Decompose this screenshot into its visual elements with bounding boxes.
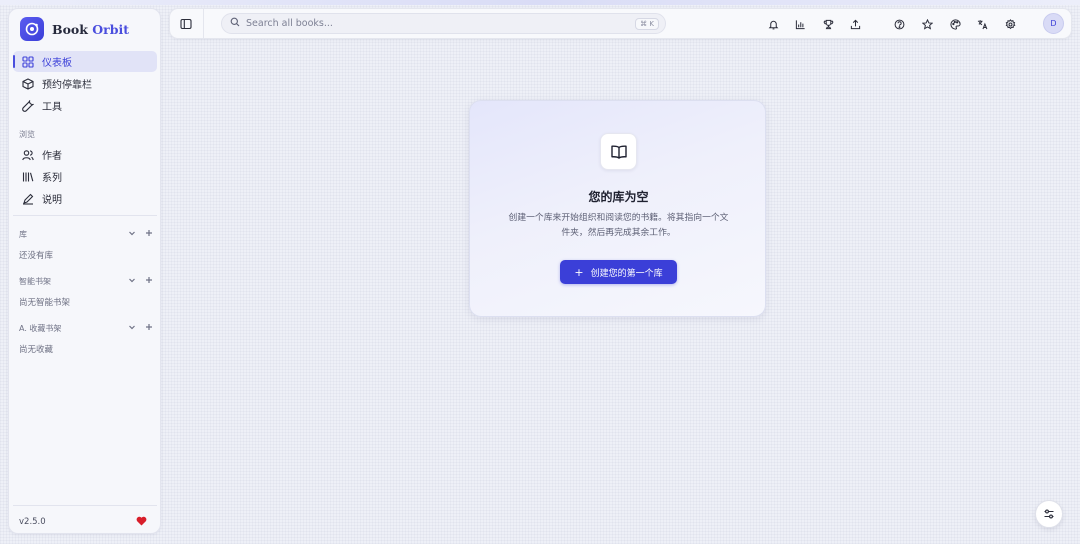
smart-shelves-empty-text: 尚无智能书架 bbox=[19, 298, 71, 308]
brand[interactable]: Book Orbit bbox=[20, 17, 129, 41]
sidebar-item-label: 仪表板 bbox=[42, 58, 72, 69]
libraries-label: 库 bbox=[19, 229, 27, 239]
create-button-label: 创建您的第一个库 bbox=[590, 268, 663, 279]
avatar[interactable]: D bbox=[1043, 13, 1064, 34]
library-icon bbox=[22, 171, 34, 183]
add-shelf-icon[interactable] bbox=[145, 323, 153, 334]
help-icon[interactable] bbox=[890, 15, 908, 33]
sidebar: Book Orbit 仪表板 预约停靠栏 工具 浏览 作者 系列 说明 库 还没… bbox=[8, 8, 161, 534]
search-icon bbox=[230, 17, 240, 30]
topbar-separator bbox=[203, 9, 204, 38]
sidebar-footer-divider bbox=[13, 505, 157, 506]
search-input[interactable] bbox=[246, 18, 626, 29]
book-open-icon bbox=[600, 133, 637, 170]
upload-icon[interactable] bbox=[846, 15, 864, 33]
users-icon bbox=[22, 149, 34, 161]
create-first-library-button[interactable]: + 创建您的第一个库 bbox=[560, 260, 677, 284]
empty-state-title: 您的库为空 bbox=[588, 190, 649, 204]
sidebar-item-label: 预约停靠栏 bbox=[42, 80, 92, 91]
top-bar: ⌘ K D bbox=[169, 8, 1072, 39]
wrench-icon bbox=[22, 99, 34, 112]
logo-icon bbox=[20, 17, 44, 41]
smart-shelves-section-header: 智能书架 bbox=[19, 275, 153, 287]
sidebar-divider bbox=[13, 215, 157, 216]
sidebar-item-tools[interactable]: 工具 bbox=[13, 95, 157, 116]
smart-shelves-label: 智能书架 bbox=[19, 276, 51, 286]
add-smart-shelf-icon[interactable] bbox=[145, 276, 153, 287]
shelves-empty-text: 尚无收藏 bbox=[19, 345, 54, 355]
shelves-label: A. 收藏书架 bbox=[19, 323, 62, 333]
box-icon bbox=[22, 77, 34, 90]
search-shortcut-badge: ⌘ K bbox=[635, 18, 659, 30]
pen-icon bbox=[22, 193, 34, 205]
heart-icon[interactable] bbox=[136, 516, 147, 529]
plus-icon: + bbox=[574, 265, 584, 279]
sliders-icon[interactable] bbox=[1035, 500, 1063, 528]
top-accent-strip bbox=[0, 0, 1080, 5]
bell-icon[interactable] bbox=[764, 15, 782, 33]
brand-name-part1: Book bbox=[52, 21, 88, 37]
libraries-section-header: 库 bbox=[19, 228, 153, 240]
chevron-down-icon[interactable] bbox=[128, 229, 136, 240]
chevron-down-icon[interactable] bbox=[128, 323, 136, 334]
sidebar-item-label: 工具 bbox=[42, 102, 62, 113]
browse-section-label: 浏览 bbox=[19, 130, 35, 139]
brand-name: Book Orbit bbox=[52, 22, 129, 37]
sidebar-toggle-icon[interactable] bbox=[178, 16, 193, 31]
add-library-icon[interactable] bbox=[145, 229, 153, 240]
chevron-down-icon[interactable] bbox=[128, 276, 136, 287]
empty-state-description: 创建一个库来开始组织和阅读您的书籍。将其指向一个文件夹，然后再完成其余工作。 bbox=[508, 213, 729, 238]
search-bar[interactable]: ⌘ K bbox=[221, 13, 666, 34]
shelves-section-header: A. 收藏书架 bbox=[19, 322, 153, 334]
settings-icon[interactable] bbox=[1001, 15, 1019, 33]
sidebar-item-authors[interactable]: 作者 bbox=[13, 144, 157, 165]
chart-icon[interactable] bbox=[791, 15, 809, 33]
sidebar-item-dock[interactable]: 预约停靠栏 bbox=[13, 73, 157, 94]
palette-icon[interactable] bbox=[946, 15, 964, 33]
sidebar-item-label: 作者 bbox=[42, 151, 62, 162]
sidebar-item-label: 说明 bbox=[42, 195, 62, 206]
brand-name-part2: Orbit bbox=[92, 21, 130, 37]
sidebar-item-notes[interactable]: 说明 bbox=[13, 188, 157, 209]
sidebar-item-series[interactable]: 系列 bbox=[13, 166, 157, 187]
libraries-empty-text: 还没有库 bbox=[19, 251, 54, 261]
translate-icon[interactable] bbox=[973, 15, 991, 33]
empty-library-card: 您的库为空 创建一个库来开始组织和阅读您的书籍。将其指向一个文件夹，然后再完成其… bbox=[469, 100, 766, 317]
star-icon[interactable] bbox=[918, 15, 936, 33]
trophy-icon[interactable] bbox=[819, 15, 837, 33]
dashboard-icon bbox=[22, 55, 34, 68]
sidebar-item-label: 系列 bbox=[42, 173, 62, 184]
sidebar-item-dashboard[interactable]: 仪表板 bbox=[13, 51, 157, 72]
app-version: v2.5.0 bbox=[19, 517, 46, 527]
